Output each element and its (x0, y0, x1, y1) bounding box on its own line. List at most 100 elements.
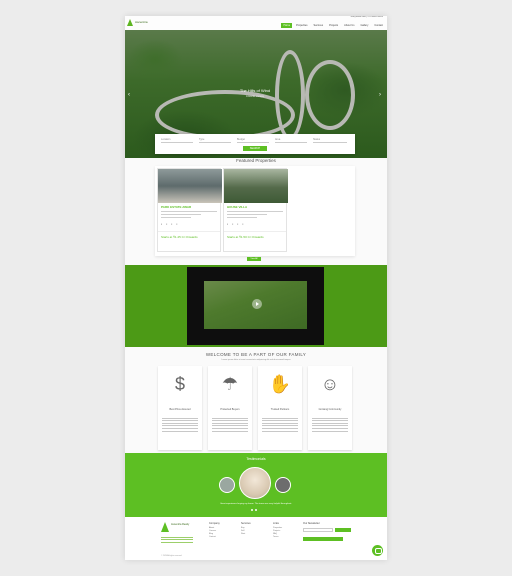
footer-heading: Links (273, 522, 279, 525)
feature-card: $ Best Price Assured (158, 366, 202, 450)
handshake-icon: ✋ (268, 374, 292, 394)
top-navigation: Ascentria info@estate.com | +91 00000 00… (125, 16, 387, 30)
money-hand-icon: $ (174, 374, 185, 394)
bath-icon: ▪ (166, 221, 168, 226)
search-area-field[interactable]: Area (275, 138, 307, 143)
umbrella-family-icon: ☂ (221, 374, 239, 394)
feature-text (162, 416, 198, 433)
footer-logo-text: Ascentria Realty (171, 523, 190, 526)
property-price: Starts at ₹1.50 Cr Onwards (224, 230, 286, 242)
video-player[interactable] (187, 267, 324, 345)
footer-link[interactable]: Terms (273, 536, 301, 539)
menu-item-services[interactable]: Services (312, 23, 326, 28)
footer-link[interactable]: Rent (241, 533, 269, 536)
feature-text (212, 416, 248, 433)
next-slide-icon[interactable]: › (379, 92, 381, 98)
property-features: ▪ ▪ ▪ ▪ (158, 220, 220, 228)
feature-card: ☺ Growing Community (308, 366, 352, 450)
property-title[interactable]: HOUSE VILLA (224, 203, 286, 209)
footer-column: Company About Careers Blog Contact (209, 522, 237, 539)
search-type-field[interactable]: Type (199, 138, 231, 143)
feature-text (262, 416, 298, 433)
feature-card: ☂ Protected Buyers (208, 366, 252, 450)
footer-column: Links Properties Projects FAQ Terms (273, 522, 301, 539)
play-icon[interactable] (252, 299, 262, 309)
footer-logo-icon[interactable] (161, 522, 169, 532)
prev-slide-icon[interactable]: ‹ (128, 92, 130, 98)
logo-text[interactable]: Ascentria (135, 20, 155, 24)
newsletter-email-input[interactable] (303, 528, 333, 532)
welcome-title: WELCOME TO BE A PART OF OUR FAMILY (205, 352, 307, 357)
text-line (161, 210, 217, 212)
search-status-field[interactable]: Status (313, 138, 347, 143)
hero-title: The Hills of Wind (239, 88, 271, 93)
property-features: ▪ ▪ ▪ ▪ (224, 220, 286, 228)
property-image[interactable] (158, 169, 222, 203)
property-card[interactable]: PARK ESTATE AWAR ▪ ▪ ▪ ▪ Starts at ₹1.45… (157, 168, 222, 252)
newsletter-subscribe-button[interactable] (335, 528, 351, 532)
text-line (227, 216, 257, 218)
logo-icon[interactable] (127, 19, 133, 26)
bath-icon: ▪ (232, 221, 234, 226)
menu-item-projects[interactable]: Projects (327, 23, 340, 28)
area-icon: ▪ (242, 221, 244, 226)
main-menu: Home Properties Services Projects About … (281, 23, 385, 28)
car-icon: ▪ (171, 221, 173, 226)
testimonials-title: Testimonials (246, 457, 266, 461)
footer-link[interactable]: Contact (209, 536, 237, 539)
people-icon: ☺ (320, 374, 340, 394)
bed-icon: ▪ (227, 221, 229, 226)
feature-title: Best Price Assured (169, 408, 191, 411)
feature-card: ✋ Trusted Partners (258, 366, 302, 450)
text-line (227, 213, 267, 215)
car-icon: ▪ (237, 221, 239, 226)
bed-icon: ▪ (161, 221, 163, 226)
view-all-button[interactable]: View All (247, 257, 261, 261)
footer-contact (161, 535, 193, 544)
menu-item-properties[interactable]: Properties (294, 23, 309, 28)
testimonial-quote: Great experience buying my home. The tea… (220, 503, 292, 505)
hero-subtitle: A scenic escape (245, 95, 265, 98)
footer-column: Services Buy Sell Rent (241, 522, 269, 536)
feature-title: Growing Community (318, 408, 342, 411)
footer-heading: Services (241, 522, 251, 525)
property-title[interactable]: PARK ESTATE AWAR (158, 203, 220, 209)
featured-title: Featured Properties (236, 158, 276, 163)
website-page: Ascentria info@estate.com | +91 00000 00… (125, 16, 387, 560)
menu-item-home[interactable]: Home (281, 23, 293, 28)
road-curve (305, 60, 355, 130)
property-image[interactable] (224, 169, 288, 203)
social-links[interactable] (303, 537, 343, 541)
property-card[interactable]: HOUSE VILLA ▪ ▪ ▪ ▪ Starts at ₹1.50 Cr O… (223, 168, 288, 252)
feature-title: Trusted Partners (270, 408, 290, 411)
text-line (161, 216, 191, 218)
search-location-field[interactable]: Location (161, 138, 193, 143)
carousel-dots[interactable] (251, 509, 257, 511)
feature-text (312, 416, 348, 433)
text-line (161, 213, 201, 215)
featured-properties: PARK ESTATE AWAR ▪ ▪ ▪ ▪ Starts at ₹1.45… (155, 166, 355, 256)
feature-title: Protected Buyers (220, 408, 240, 411)
chat-icon[interactable] (372, 545, 383, 556)
avatar[interactable] (219, 477, 235, 493)
footer-heading: Company (209, 522, 220, 525)
property-price: Starts at ₹1.45 Cr Onwards (158, 230, 220, 242)
text-line (227, 210, 283, 212)
search-budget-field[interactable]: Budget (237, 138, 269, 143)
contact-info: info@estate.com | +91 00000 00000 (350, 16, 383, 18)
menu-item-gallery[interactable]: Gallery (358, 23, 370, 28)
area-icon: ▪ (176, 221, 178, 226)
copyright: © 2024 All rights reserved (161, 555, 182, 557)
newsletter-heading: Our Newsletter (303, 522, 320, 525)
video-thumbnail[interactable] (204, 281, 307, 329)
menu-item-contact[interactable]: Contact (372, 23, 385, 28)
search-button[interactable]: SEARCH (243, 146, 267, 151)
video-section (125, 265, 387, 347)
footer: Ascentria Realty Company About Careers B… (125, 517, 387, 560)
menu-item-about[interactable]: About Us (342, 23, 356, 28)
testimonials-section: Testimonials Great experience buying my … (125, 453, 387, 517)
welcome-subtitle: Lorem ipsum dolor sit amet consectetur a… (221, 359, 291, 361)
property-search: Location Type Budget Area Status SEARCH (155, 134, 355, 154)
avatar[interactable] (239, 467, 271, 499)
avatar[interactable] (275, 477, 291, 493)
